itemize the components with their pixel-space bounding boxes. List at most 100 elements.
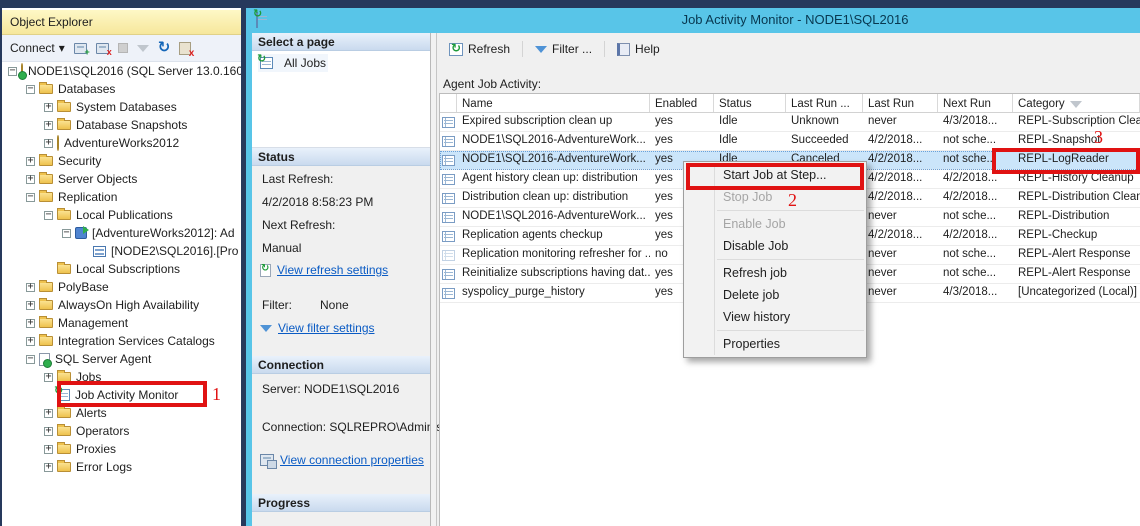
connect-label: Connect — [10, 41, 55, 55]
minus-expander-icon[interactable]: − — [8, 67, 17, 76]
plus-expander-icon[interactable]: + — [26, 283, 35, 292]
tree-item-local-subscriptions[interactable]: Local Subscriptions — [2, 260, 241, 278]
tree-item-adventureworks2012-ad[interactable]: −[AdventureWorks2012]: Ad — [2, 224, 241, 242]
minus-expander-icon[interactable]: − — [62, 229, 71, 238]
tree-item-polybase[interactable]: +PolyBase — [2, 278, 241, 296]
folder-icon — [57, 210, 71, 220]
menu-item-delete-job[interactable]: Delete job — [684, 284, 866, 306]
minus-expander-icon[interactable]: − — [44, 211, 53, 220]
view-filter-settings-link[interactable]: View filter settings — [260, 321, 375, 335]
menu-item-view-history[interactable]: View history — [684, 306, 866, 328]
tree-item-management[interactable]: + Management — [2, 314, 241, 332]
cell-icon — [440, 170, 457, 188]
column-header-label: Last Run — [868, 98, 914, 110]
connect-server-icon[interactable] — [74, 43, 87, 54]
plus-expander-icon[interactable]: + — [44, 121, 53, 130]
dialog-titlebar[interactable]: Job Activity Monitor - NODE1\SQL2016 — [246, 8, 1140, 33]
cell-category: REPL-Subscription Clean... — [1013, 113, 1140, 131]
minus-expander-icon[interactable]: − — [26, 355, 35, 364]
job-icon — [442, 136, 455, 147]
tree-item-alwayson-high-availability[interactable]: +AlwaysOn High Availability — [2, 296, 241, 314]
plus-expander-icon[interactable]: + — [26, 175, 35, 184]
filter-button[interactable]: Filter ... — [529, 40, 598, 58]
tree-item-replication[interactable]: −Replication — [2, 188, 241, 206]
plus-expander-icon[interactable]: + — [26, 319, 35, 328]
tree-item-alerts[interactable]: +Alerts — [2, 404, 241, 422]
pane-splitter[interactable] — [430, 33, 437, 526]
plus-expander-icon[interactable]: + — [26, 301, 35, 310]
object-explorer-titlebar[interactable]: Object Explorer — [2, 10, 241, 35]
plus-expander-icon[interactable]: + — [44, 409, 53, 418]
column-header-enabled[interactable]: Enabled — [650, 94, 714, 112]
menu-item-start-job-at-step[interactable]: Start Job at Step... — [684, 164, 866, 186]
column-header-last-run[interactable]: Last Run — [863, 94, 938, 112]
minus-expander-icon[interactable]: − — [26, 193, 35, 202]
minus-expander-icon[interactable]: − — [26, 85, 35, 94]
tree-item-server-objects[interactable]: +Server Objects — [2, 170, 241, 188]
column-header-category[interactable]: Category — [1013, 94, 1140, 112]
connect-button[interactable]: Connect ▾ — [10, 41, 65, 55]
plus-expander-icon[interactable]: + — [44, 103, 53, 112]
plus-expander-icon[interactable]: + — [44, 427, 53, 436]
plus-expander-icon[interactable]: + — [44, 445, 53, 454]
table-row-expired-subscription-clean-up[interactable]: Expired subscription clean upyesIdleUnkn… — [440, 113, 1140, 132]
tree-item-label: Database Snapshots — [76, 118, 187, 132]
view-connection-properties-link[interactable]: View connection properties — [260, 453, 424, 467]
plus-expander-icon[interactable]: + — [44, 463, 53, 472]
tree-item-jobs[interactable]: +Jobs — [2, 368, 241, 386]
tree-item-adventureworks2012[interactable]: +AdventureWorks2012 — [2, 134, 241, 152]
tree-item-label: Management — [58, 316, 128, 330]
plus-expander-icon[interactable]: + — [26, 157, 35, 166]
tree-item-local-publications[interactable]: −Local Publications — [2, 206, 241, 224]
job-icon — [442, 174, 455, 185]
menu-item-disable-job[interactable]: Disable Job — [684, 235, 866, 257]
cell-name: Reinitialize subscriptions having dat... — [457, 265, 650, 283]
tree-item-error-logs[interactable]: +Error Logs — [2, 458, 241, 476]
all-jobs-icon — [260, 57, 273, 69]
column-header-name[interactable]: Name — [457, 94, 650, 112]
tree-item-sql-server-agent[interactable]: −SQL Server Agent — [2, 350, 241, 368]
cell-status: Idle — [714, 132, 786, 150]
tree-item-label: System Databases — [76, 100, 177, 114]
tree-item-label: Operators — [76, 424, 129, 438]
tree-item-integration-services-catalogs[interactable]: +Integration Services Catalogs — [2, 332, 241, 350]
tree-item-operators[interactable]: + Operators — [2, 422, 241, 440]
table-row-node1-sql2016-adventurework[interactable]: NODE1\SQL2016-AdventureWork...yesIdleSuc… — [440, 132, 1140, 151]
plus-expander-icon[interactable]: + — [44, 373, 53, 382]
refresh-button-icon — [449, 43, 463, 56]
view-refresh-settings-link[interactable]: View refresh settings — [260, 263, 388, 277]
publication-icon — [75, 227, 87, 239]
page-item-all-jobs[interactable]: All Jobs — [258, 54, 328, 72]
tree-item-database-snapshots[interactable]: + Database Snapshots — [2, 116, 241, 134]
menu-item-refresh-job[interactable]: Refresh job — [684, 262, 866, 284]
cell-last-run: 4/2/2018... — [863, 132, 938, 150]
plus-expander-icon[interactable]: + — [26, 337, 35, 346]
cell-last-run-outcome: Unknown — [786, 113, 863, 131]
refresh-settings-icon — [260, 264, 271, 277]
expander-spacer — [44, 391, 53, 400]
plus-expander-icon[interactable]: + — [44, 139, 53, 148]
tree-item-proxies[interactable]: +Proxies — [2, 440, 241, 458]
tree-item-databases[interactable]: −Databases — [2, 80, 241, 98]
jam-icon — [57, 389, 70, 401]
menu-item-properties[interactable]: Properties — [684, 333, 866, 355]
cell-icon — [440, 284, 457, 302]
help-button[interactable]: Help — [611, 40, 666, 58]
column-header-label: Enabled — [655, 98, 697, 110]
error-log-icon[interactable] — [179, 42, 191, 55]
tree-item-system-databases[interactable]: + System Databases — [2, 98, 241, 116]
progress-section-header: Progress — [252, 494, 430, 512]
tree-item-node1-sql2016-sql-server-13-0-160[interactable]: −NODE1\SQL2016 (SQL Server 13.0.160 — [2, 62, 241, 80]
refresh-icon[interactable]: ↻ — [158, 41, 171, 55]
column-header-status[interactable]: Status — [714, 94, 786, 112]
cell-name: Replication monitoring refresher for ... — [457, 246, 650, 264]
disconnect-server-icon[interactable] — [96, 43, 109, 54]
column-header-icon[interactable] — [440, 94, 457, 112]
column-header-next-run[interactable]: Next Run — [938, 94, 1013, 112]
column-header-last-run[interactable]: Last Run ... — [786, 94, 863, 112]
tree-item-job-activity-monitor[interactable]: Job Activity Monitor — [2, 386, 241, 404]
cell-next-run: not sche... — [938, 151, 1013, 169]
refresh-button[interactable]: Refresh — [443, 40, 516, 58]
tree-item-node2-sql2016-pro[interactable]: [NODE2\SQL2016].[Pro — [2, 242, 241, 260]
tree-item-security[interactable]: +Security — [2, 152, 241, 170]
